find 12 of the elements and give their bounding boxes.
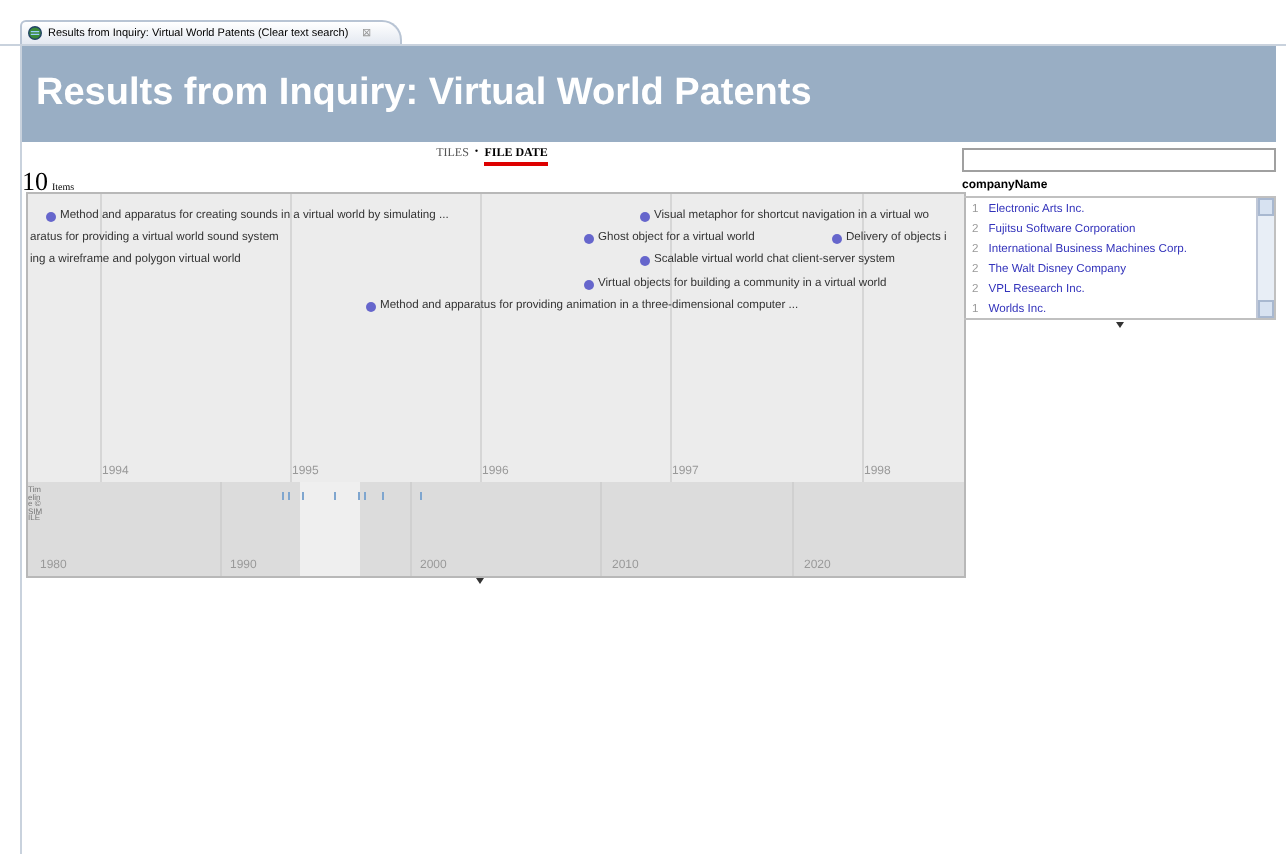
- caret-icon: [1115, 322, 1123, 328]
- search-field[interactable]: [962, 148, 1276, 172]
- event-tick-mark: [382, 492, 384, 500]
- caret-icon: [476, 578, 484, 584]
- event-tick-mark: [334, 492, 336, 500]
- event-tick-mark: [420, 492, 422, 500]
- page-title: Results from Inquiry: Virtual World Patents: [22, 46, 1276, 142]
- globe-icon: [28, 26, 42, 40]
- visible-range-window[interactable]: [300, 482, 360, 576]
- item-count: 10: [22, 166, 48, 198]
- event-tick-mark: [302, 492, 304, 500]
- scrollbar[interactable]: [1256, 198, 1274, 318]
